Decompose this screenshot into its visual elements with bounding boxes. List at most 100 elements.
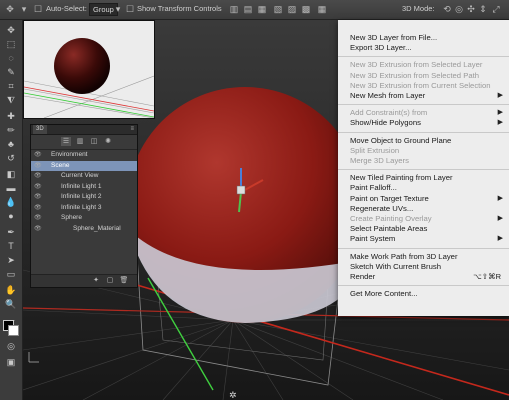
3d-dropdown-menu: New 3D Layer from File... Export 3D Layer… xyxy=(338,20,509,316)
gradient-tool-icon[interactable]: ▬ xyxy=(3,182,19,194)
menu-item[interactable]: Regenerate UVs... xyxy=(350,204,413,213)
pen-tool-icon[interactable]: ✒ xyxy=(3,226,19,238)
filter-materials-icon[interactable]: ◫ xyxy=(89,137,99,146)
scene-tree-item[interactable]: 👁 Infinite Light 2 xyxy=(31,192,137,202)
lasso-tool-icon[interactable]: ◌ xyxy=(3,52,19,64)
move-tool-icon[interactable]: ✥ xyxy=(3,24,19,36)
menu-item[interactable]: Select Paintable Areas xyxy=(350,224,427,233)
dropdown-arrow-icon[interactable]: ▾ xyxy=(112,3,124,15)
scene-tree-item-label: Environment xyxy=(51,151,88,158)
visibility-eye-icon[interactable]: 👁 xyxy=(34,161,42,171)
menu-item: Split Extrusion xyxy=(350,145,400,155)
tools-panel: ✥ ⬚ ◌ ✎ ⌗ ⧨ ✚ ✏ ♣ ↺ ◧ ▬ 💧 ● ✒ T ➤ ▭ ✋ 🔍 … xyxy=(0,20,23,400)
roll-3d-icon[interactable]: ◎ xyxy=(453,3,465,15)
history-brush-tool-icon[interactable]: ↺ xyxy=(3,152,19,164)
menu-item: New 3D Extrusion from Selected Path xyxy=(350,70,480,80)
eraser-tool-icon[interactable]: ◧ xyxy=(3,168,19,180)
visibility-eye-icon[interactable]: 👁 xyxy=(34,182,42,192)
menu-item[interactable]: Paint System xyxy=(350,234,395,243)
scene-tree-item[interactable]: 👁 Sphere xyxy=(31,213,137,223)
menu-item[interactable]: New Mesh from Layer xyxy=(350,91,425,100)
distribute-icon[interactable]: ▦ xyxy=(316,3,328,15)
scene-tree-item[interactable]: 👁 Environment xyxy=(31,150,137,160)
align-left-icon[interactable]: ▧ xyxy=(272,3,284,15)
background-color-swatch[interactable] xyxy=(8,325,19,336)
menu-item[interactable]: Move Object to Ground Plane xyxy=(350,136,451,145)
scene-tree-item-label: Infinite Light 3 xyxy=(61,203,102,211)
dodge-tool-icon[interactable]: ● xyxy=(3,210,19,222)
align-bottom-icon[interactable]: ▦ xyxy=(256,3,268,15)
submenu-arrow-icon: ▶ xyxy=(497,194,503,202)
menu-item[interactable]: Export 3D Layer... xyxy=(350,43,412,52)
new-item-icon[interactable]: ▢ xyxy=(105,276,115,285)
brush-tool-icon[interactable]: ✏ xyxy=(3,124,19,136)
menu-item: Merge 3D Layers xyxy=(350,156,409,165)
scene-tree-item[interactable]: 👁 Scene xyxy=(31,160,137,171)
scene-tree-item[interactable]: 👁 Infinite Light 1 xyxy=(31,182,137,192)
menu-item[interactable]: New Tiled Painting from Layer xyxy=(350,173,453,182)
visibility-eye-icon[interactable]: 👁 xyxy=(34,171,42,181)
screen-mode-icon[interactable]: ▣ xyxy=(3,356,19,368)
blur-tool-icon[interactable]: 💧 xyxy=(3,196,19,208)
scene-tree-item-label: Infinite Light 2 xyxy=(61,193,102,200)
clone-stamp-tool-icon[interactable]: ♣ xyxy=(3,138,19,150)
scale-3d-icon[interactable]: ⤢ xyxy=(490,3,502,15)
scene-tree-item[interactable]: 👁 Sphere_Material xyxy=(31,224,137,234)
drag-3d-icon[interactable]: ✣ xyxy=(465,3,477,15)
submenu-arrow-icon: ▶ xyxy=(497,119,503,127)
align-top-icon[interactable]: ▥ xyxy=(228,3,240,15)
menu-item[interactable]: Show/Hide Polygons xyxy=(350,118,421,127)
menu-item[interactable]: Sketch With Current Brush xyxy=(350,262,441,271)
slide-3d-icon[interactable]: ⇕ xyxy=(477,3,489,15)
shape-tool-icon[interactable]: ▭ xyxy=(3,268,19,280)
menu-item[interactable]: Paint Falloff... xyxy=(350,183,397,192)
align-center-icon[interactable]: ▨ xyxy=(286,3,298,15)
path-selection-tool-icon[interactable]: ➤ xyxy=(3,254,19,266)
rotate-3d-icon[interactable]: ⟲ xyxy=(441,3,453,15)
visibility-eye-icon[interactable]: 👁 xyxy=(34,213,42,223)
light-icon[interactable]: ✲ xyxy=(229,391,237,400)
menu-item[interactable]: Paint on Target Texture xyxy=(350,194,429,203)
quick-select-tool-icon[interactable]: ✎ xyxy=(3,66,19,78)
align-middle-icon[interactable]: ▤ xyxy=(242,3,254,15)
scene-filter-bar: ☰ ▥ ◫ ✺ xyxy=(31,135,137,150)
trash-icon[interactable]: 🗑 xyxy=(119,276,129,285)
scene-tree-item[interactable]: 👁 Infinite Light 3 xyxy=(31,203,137,213)
menu-item: Create Painting Overlay xyxy=(350,214,432,223)
checkbox-auto-select[interactable]: ☐ xyxy=(32,3,44,15)
filter-meshes-icon[interactable]: ▥ xyxy=(75,137,85,146)
visibility-eye-icon[interactable]: 👁 xyxy=(34,192,42,202)
panel-menu-icon[interactable]: ≡ xyxy=(130,125,134,134)
filter-whole-scene-icon[interactable]: ☰ xyxy=(61,137,71,146)
type-tool-icon[interactable]: T xyxy=(3,240,19,252)
menu-separator xyxy=(338,169,509,171)
healing-brush-tool-icon[interactable]: ✚ xyxy=(3,110,19,122)
visibility-eye-icon[interactable]: 👁 xyxy=(34,224,42,234)
align-right-icon[interactable]: ▩ xyxy=(300,3,312,15)
zoom-tool-icon[interactable]: 🔍 xyxy=(3,298,19,310)
quick-mask-icon[interactable]: ◎ xyxy=(3,340,19,352)
checkbox-show-transform[interactable]: ☐ xyxy=(124,3,136,15)
navigator-preview[interactable] xyxy=(23,20,155,119)
dropdown-arrow-icon[interactable]: ▾ xyxy=(18,3,30,15)
menu-item[interactable]: New 3D Layer from File... xyxy=(350,33,437,42)
menu-item[interactable]: Make Work Path from 3D Layer xyxy=(350,252,458,261)
menu-item[interactable]: Render xyxy=(350,272,375,281)
visibility-eye-icon[interactable]: 👁 xyxy=(34,203,42,213)
visibility-eye-icon[interactable]: 👁 xyxy=(34,150,42,160)
menu-separator xyxy=(338,285,509,287)
move-tool-icon[interactable]: ✥ xyxy=(4,3,16,15)
hand-tool-icon[interactable]: ✋ xyxy=(3,284,19,296)
scene-tree-item-label: Sphere_Material xyxy=(73,224,121,232)
scene-tree-item-label: Infinite Light 1 xyxy=(61,182,102,190)
crop-tool-icon[interactable]: ⌗ xyxy=(3,80,19,92)
tab-3d[interactable]: 3D xyxy=(33,125,47,134)
eyedropper-tool-icon[interactable]: ⧨ xyxy=(3,94,19,106)
menu-item[interactable]: Get More Content... xyxy=(350,289,418,298)
filter-lights-icon[interactable]: ✺ xyxy=(103,137,113,146)
show-transform-label: Show Transform Controls xyxy=(137,4,222,13)
marquee-tool-icon[interactable]: ⬚ xyxy=(3,38,19,50)
scene-tree-item[interactable]: 👁 Current View xyxy=(31,171,137,181)
light-add-icon[interactable]: ✦ xyxy=(91,276,101,285)
submenu-arrow-icon: ▶ xyxy=(497,215,503,222)
